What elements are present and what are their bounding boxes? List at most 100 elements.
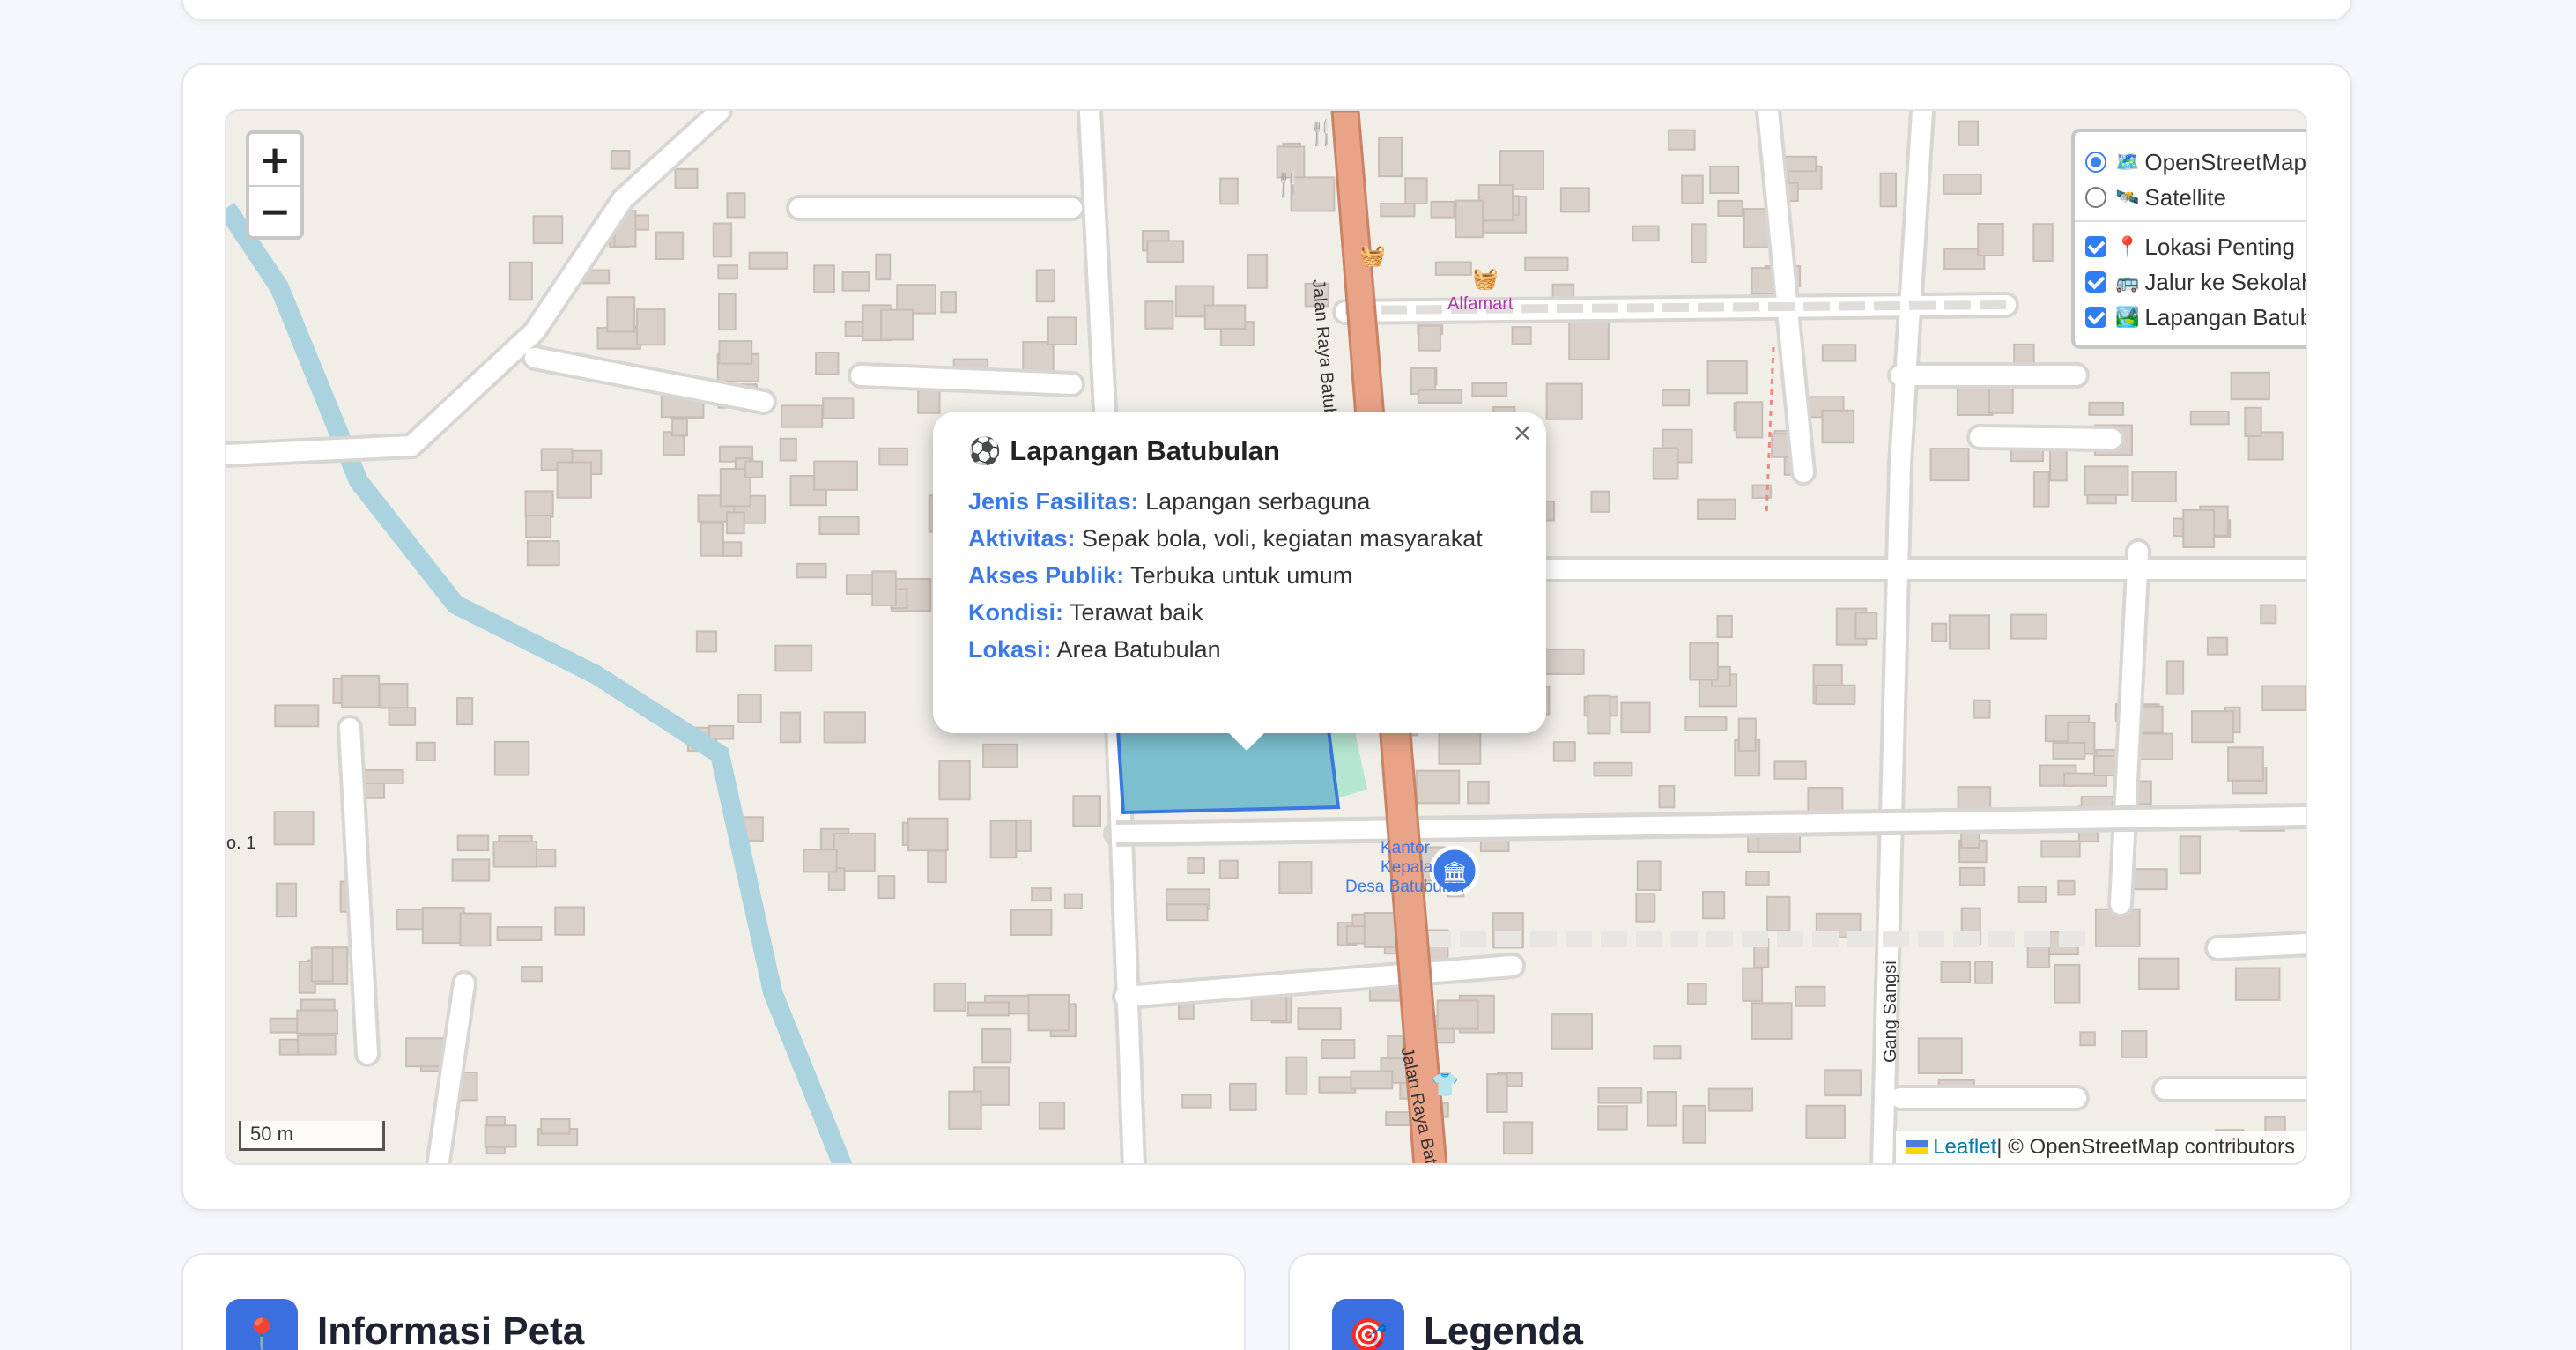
building-footprint (275, 882, 298, 918)
building-footprint (459, 912, 492, 947)
building-footprint (2088, 401, 2124, 416)
base-layer-satellite[interactable]: 🛰️ Satellite (2085, 180, 2306, 215)
building-footprint (364, 781, 386, 799)
building-footprint (1415, 769, 1461, 805)
overlay-label: Lokasi Penting (2144, 233, 2295, 260)
building-footprint (1587, 694, 1611, 735)
building-footprint (296, 1009, 339, 1035)
checkbox-jalur-ke-sekolah[interactable] (2085, 271, 2106, 293)
building-footprint (1318, 1076, 1357, 1094)
park-icon: 🏞️ (2115, 306, 2140, 329)
popup-row: Lokasi: Area Batubulan (968, 631, 1511, 668)
building-footprint (938, 760, 971, 801)
radio-satellite[interactable] (2085, 187, 2106, 208)
layers-separator (2075, 220, 2306, 222)
poi-label-alfamart: Alfamart (1447, 294, 1514, 314)
building-footprint (1681, 174, 1704, 204)
building-footprint (1977, 223, 2004, 256)
attribution-text: | © OpenStreetMap contributors (1996, 1135, 2295, 1159)
building-footprint (2026, 943, 2051, 968)
building-footprint (2040, 840, 2081, 858)
base-layer-osm[interactable]: 🗺️ OpenStreetMap (2085, 145, 2306, 180)
building-footprint (1691, 223, 1707, 263)
building-footprint (456, 834, 490, 852)
building-footprint (1709, 165, 1740, 195)
building-footprint (2260, 604, 2277, 625)
building-footprint (718, 293, 737, 331)
popup-row-value: Lapangan serbaguna (1138, 488, 1371, 515)
building-footprint (297, 1034, 337, 1056)
building-footprint (833, 832, 876, 872)
building-footprint (1815, 684, 1856, 706)
popup-close-button[interactable]: × (1507, 418, 1537, 448)
building-footprint (388, 707, 417, 726)
overlay-lokasi-penting[interactable]: 📍 Lokasi Penting (2085, 229, 2306, 264)
building-footprint (774, 644, 813, 672)
building-footprint (717, 264, 738, 280)
svg-text:👕: 👕 (1431, 1072, 1459, 1099)
building-footprint (273, 811, 315, 846)
building-footprint (484, 1124, 517, 1148)
building-footprint (540, 1118, 571, 1135)
building-footprint (2261, 685, 2306, 711)
popup-row-value: Terbuka untuk umum (1124, 562, 1353, 589)
building-footprint (1417, 389, 1463, 404)
popup-row-value: Sepak bola, voli, kegiatan masyarakat (1075, 525, 1483, 552)
building-footprint (2017, 886, 2047, 903)
building-footprint (940, 291, 957, 314)
building-footprint (655, 231, 685, 260)
building-footprint (1636, 860, 1662, 892)
building-footprint (1931, 622, 1948, 642)
popup-row-key: Lokasi: (968, 636, 1052, 663)
building-footprint (880, 308, 914, 341)
building-footprint (2165, 660, 2185, 695)
building-footprint (2230, 371, 2270, 401)
map-view[interactable]: 🏛 🍴 🍴 🧺 🧺 👕 Jalan Raya Batubulan Jalan R… (225, 109, 2307, 1165)
building-footprint (1706, 360, 1748, 395)
building-footprint (1031, 887, 1052, 902)
checkbox-lapangan-batubulan[interactable] (2085, 307, 2106, 328)
building-footprint (871, 570, 897, 606)
building-footprint (1181, 1094, 1212, 1109)
radio-osm[interactable] (2085, 152, 2106, 173)
building-footprint (878, 447, 908, 466)
building-footprint (1854, 612, 1878, 640)
building-footprint (456, 697, 474, 726)
building-footprint (1038, 1101, 1066, 1130)
building-footprint (1590, 490, 1610, 513)
building-footprint (2137, 732, 2173, 760)
building-footprint (274, 704, 320, 728)
popup-row-key: Kondisi: (968, 599, 1063, 626)
checkbox-lokasi-penting[interactable] (2085, 236, 2106, 257)
building-footprint (1552, 741, 1576, 762)
building-footprint (310, 946, 334, 983)
building-footprint (1203, 304, 1247, 330)
building-footprint (1974, 961, 1993, 984)
overlay-lapangan-batubulan[interactable]: 🏞️ Lapangan Batubulan (2085, 300, 2306, 335)
building-footprint (779, 711, 802, 744)
overlay-jalur-ke-sekolah[interactable]: 🚌 Jalur ke Sekolah (2085, 264, 2306, 300)
zoom-in-button[interactable]: + (249, 134, 300, 185)
building-footprint (2206, 636, 2229, 656)
building-footprint (823, 711, 866, 744)
building-footprint (2227, 746, 2264, 782)
building-footprint (1010, 909, 1053, 936)
base-layer-label: Satellite (2144, 183, 2226, 211)
building-footprint (1686, 983, 1707, 1005)
building-footprint (1297, 1007, 1342, 1031)
building-footprint (535, 849, 557, 868)
popup-title-text: Lapangan Batubulan (1010, 435, 1280, 466)
building-footprint (718, 340, 753, 365)
building-footprint (1879, 172, 1897, 208)
zoom-out-button[interactable]: − (249, 185, 300, 236)
building-footprint (1958, 120, 1980, 146)
map-popup: × ⚽ Lapangan Batubulan Jenis Fasilitas: … (933, 412, 1546, 751)
building-footprint (1707, 1087, 1754, 1112)
svg-text:🍴: 🍴 (1307, 118, 1337, 147)
building-footprint (1959, 866, 1986, 886)
satellite-icon: 🛰️ (2115, 186, 2140, 209)
building-footprint (1027, 993, 1070, 1032)
building-footprint (340, 674, 381, 708)
leaflet-link[interactable]: Leaflet (1933, 1135, 1996, 1160)
building-footprint (1632, 225, 1660, 242)
